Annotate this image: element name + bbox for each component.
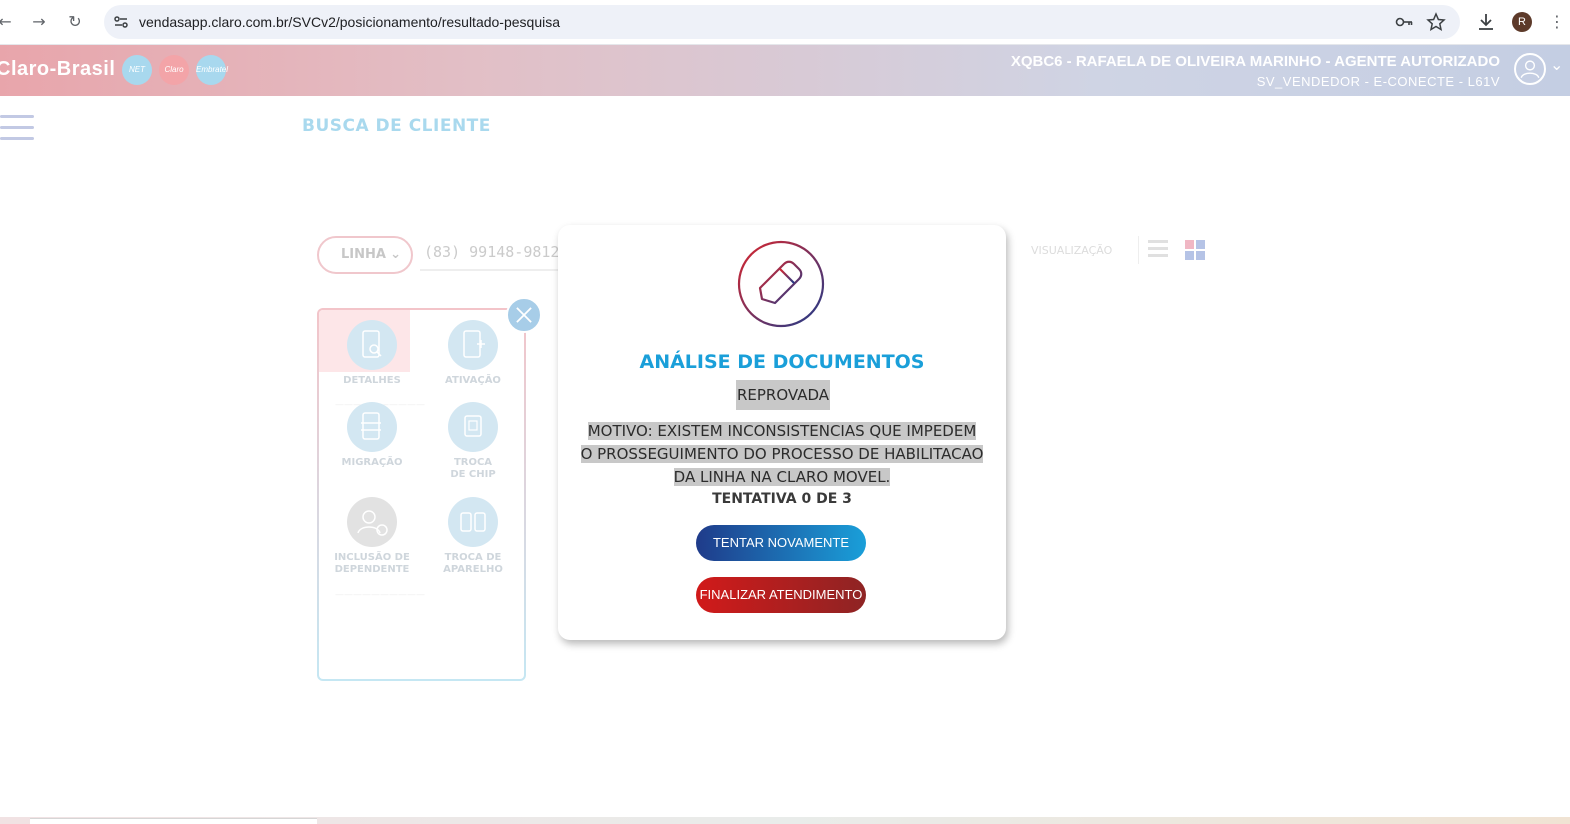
profile-avatar[interactable]: R: [1512, 12, 1532, 32]
attempt-counter: TENTATIVA 0 DE 3: [712, 491, 852, 507]
visualization-label: VISUALIZAÇÃO: [1031, 244, 1113, 257]
url-text[interactable]: vendasapp.claro.com.br/SVCv2/posicioname…: [139, 5, 560, 39]
phone-swap-icon: [347, 402, 397, 452]
action-ativacao[interactable]: ATIVAÇÃO: [423, 320, 523, 387]
action-label: ATIVAÇÃO: [445, 375, 501, 386]
retry-button[interactable]: TENTAR NOVAMENTE: [696, 525, 866, 561]
search-type-select[interactable]: LINHA ⌄: [317, 236, 413, 274]
more-menu-icon[interactable]: ⋮: [1546, 11, 1568, 33]
site-settings-icon[interactable]: [112, 13, 130, 31]
search-underline: [420, 269, 560, 271]
grid-view-icon[interactable]: [1185, 240, 1206, 261]
dialog-title: ANÁLISE DE DOCUMENTOS: [639, 351, 925, 373]
brand-logo[interactable]: Claro-Brasil: [0, 58, 115, 81]
chevron-down-icon: ⌄: [390, 247, 401, 262]
bottom-tab[interactable]: [30, 818, 317, 824]
close-icon[interactable]: [506, 297, 542, 333]
page-title: BUSCA DE CLIENTE: [302, 116, 491, 136]
add-user-icon: [347, 497, 397, 547]
back-arrow-icon[interactable]: ←: [0, 11, 16, 33]
client-card[interactable]: —————————— —————————— DETALHES ATIVAÇÃO …: [317, 308, 526, 681]
rejection-reason: MOTIVO: EXISTEM INCONSISTENCIAS QUE IMPE…: [580, 420, 984, 489]
chevron-down-icon[interactable]: ⌄: [1550, 55, 1563, 74]
agent-role: SV_VENDEDOR - E-CONECTE - L61V: [1256, 74, 1500, 89]
status-badge: REPROVADA: [736, 380, 830, 410]
reload-icon[interactable]: ↻: [64, 11, 86, 33]
action-label: TROCA DE APARELHO: [443, 552, 503, 575]
phone-add-icon: [448, 320, 498, 370]
embratel-badge[interactable]: Embratel: [196, 55, 228, 85]
forward-arrow-icon[interactable]: →: [28, 11, 50, 33]
user-avatar-icon[interactable]: [1514, 53, 1546, 85]
app-header: Claro-Brasil NET Claro Embratel XQBC6 - …: [0, 45, 1570, 96]
agent-name: XQBC6 - RAFAELA DE OLIVEIRA MARINHO - AG…: [1010, 53, 1500, 70]
action-label: TROCA DE CHIP: [450, 457, 496, 480]
list-view-icon[interactable]: [1148, 240, 1168, 260]
action-migracao[interactable]: MIGRAÇÃO: [322, 402, 422, 469]
search-input[interactable]: (83) 99148-9812: [424, 243, 559, 261]
action-detalhes[interactable]: DETALHES: [322, 320, 422, 387]
download-icon[interactable]: [1475, 11, 1497, 33]
action-troca-chip[interactable]: TROCA DE CHIP: [423, 402, 523, 481]
net-badge[interactable]: NET: [122, 55, 152, 85]
card-faint-text: ——————————: [335, 590, 425, 600]
finish-service-button[interactable]: FINALIZAR ATENDIMENTO: [696, 577, 866, 613]
password-key-icon[interactable]: [1394, 12, 1414, 32]
divider: [1138, 236, 1139, 264]
search-type-label: LINHA: [341, 247, 386, 262]
sim-swap-icon: [448, 402, 498, 452]
document-analysis-dialog: ANÁLISE DE DOCUMENTOS REPROVADA MOTIVO: …: [558, 225, 1006, 640]
action-label: DETALHES: [343, 375, 401, 386]
claro-badge[interactable]: Claro: [159, 55, 189, 85]
address-bar[interactable]: vendasapp.claro.com.br/SVCv2/posicioname…: [104, 5, 1460, 39]
bookmark-star-icon[interactable]: [1426, 12, 1446, 32]
action-label: MIGRAÇÃO: [341, 457, 403, 468]
action-troca-aparelho[interactable]: TROCA DE APARELHO: [423, 497, 523, 576]
document-edit-icon: [737, 240, 825, 328]
device-swap-icon: [448, 497, 498, 547]
browser-toolbar: ← → ↻ vendasapp.claro.com.br/SVCv2/posic…: [0, 0, 1570, 45]
action-label: INCLUSÃO DE DEPENDENTE: [334, 552, 410, 575]
phone-search-icon: [347, 320, 397, 370]
action-inclusao-dependente[interactable]: INCLUSÃO DE DEPENDENTE: [322, 497, 422, 576]
menu-icon[interactable]: [0, 115, 34, 141]
rejection-reason-text: MOTIVO: EXISTEM INCONSISTENCIAS QUE IMPE…: [580, 422, 984, 486]
